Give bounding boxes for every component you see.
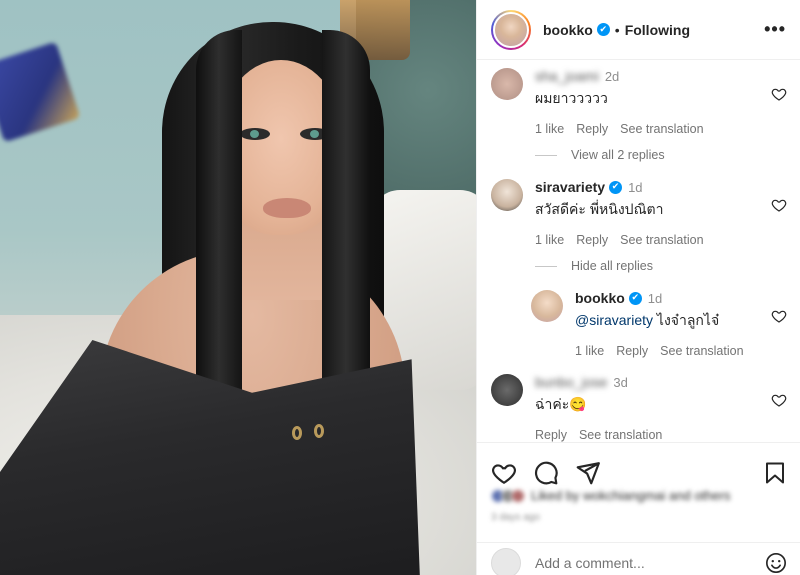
- comment-text: @siravariety ไงจ๋าลูกไจ๋: [575, 310, 787, 332]
- comment-like-count[interactable]: 1 like: [535, 122, 564, 136]
- commenter-avatar[interactable]: [491, 179, 523, 211]
- comment-reply-button[interactable]: Reply: [576, 122, 608, 136]
- commenter-avatar[interactable]: [531, 290, 563, 322]
- post-date: 3 days ago: [491, 512, 540, 523]
- comment-username[interactable]: bunbo_jose: [535, 374, 607, 390]
- comment-like-count[interactable]: 1 like: [535, 233, 564, 247]
- photo-blurred-object: [0, 41, 81, 143]
- heart-icon[interactable]: [771, 197, 787, 213]
- comment-text-body: ไงจ๋าลูกไจ๋: [653, 312, 720, 328]
- comment-text: สวัสดีค่ะ พี่หนิงปณิตา: [535, 201, 664, 217]
- avatar[interactable]: [493, 11, 529, 48]
- reply-item: bookko ✔ 1d @siravariety ไงจ๋าลูกไจ๋ 1 l…: [531, 290, 787, 358]
- see-translation-link[interactable]: See translation: [660, 344, 743, 358]
- see-translation-link[interactable]: See translation: [579, 428, 662, 442]
- comment-text: ผมยาววววว: [535, 90, 608, 106]
- commenter-avatar[interactable]: [491, 374, 523, 406]
- heart-icon[interactable]: [771, 392, 787, 408]
- likes-summary[interactable]: Liked by wokchiangmai and others: [491, 488, 730, 503]
- hide-replies-label[interactable]: Hide all replies: [571, 259, 653, 273]
- following-button[interactable]: Following: [625, 22, 690, 38]
- share-send-icon[interactable]: [575, 460, 601, 486]
- heart-icon[interactable]: [771, 86, 787, 102]
- post-photo[interactable]: [0, 0, 476, 575]
- comment-like-count[interactable]: 1 like: [575, 344, 604, 358]
- comment-text: ฉ่าค่ะ😋: [535, 396, 587, 412]
- post-side-panel: bookko ✔ • Following ••• sha_joami 2d ผม…: [476, 0, 800, 575]
- post-header: bookko ✔ • Following •••: [477, 0, 800, 60]
- verified-badge-icon: ✔: [609, 180, 623, 194]
- mention-link[interactable]: @siravariety: [575, 312, 653, 328]
- comment-username[interactable]: sha_joami: [535, 68, 599, 84]
- comment-reply-button[interactable]: Reply: [616, 344, 648, 358]
- verified-badge-icon: ✔: [628, 291, 642, 305]
- photo-clasp: [314, 424, 324, 438]
- see-translation-link[interactable]: See translation: [620, 122, 703, 136]
- comment-item: bunbo_jose 3d ฉ่าค่ะ😋 Reply See translat…: [491, 374, 787, 442]
- view-replies-link[interactable]: View all 2 replies: [535, 148, 665, 162]
- hide-replies-link[interactable]: Hide all replies: [535, 259, 653, 273]
- liker-avatar: [511, 488, 525, 503]
- thread-line: [535, 265, 557, 267]
- see-translation-link[interactable]: See translation: [620, 233, 703, 247]
- story-ring[interactable]: [491, 9, 531, 50]
- separator-dot: •: [614, 21, 620, 38]
- photo-lips: [263, 198, 311, 218]
- comment-bubble-icon[interactable]: [533, 460, 559, 486]
- more-options-icon[interactable]: •••: [764, 19, 786, 40]
- commenter-avatar[interactable]: [491, 68, 523, 100]
- comment-username[interactable]: bookko: [575, 290, 625, 306]
- comment-time: 1d: [647, 290, 663, 306]
- comments-list[interactable]: sha_joami 2d ผมยาววววว 1 like Reply See …: [477, 60, 800, 442]
- post-author-username[interactable]: bookko: [543, 22, 593, 38]
- like-heart-icon[interactable]: [491, 460, 517, 486]
- comment-reply-button[interactable]: Reply: [576, 233, 608, 247]
- comment-item: siravariety ✔ 1d สวัสดีค่ะ พี่หนิงปณิตา …: [491, 179, 787, 247]
- add-comment-input[interactable]: [535, 554, 765, 571]
- heart-icon[interactable]: [771, 308, 787, 324]
- comment-username[interactable]: siravariety: [535, 179, 605, 195]
- thread-line: [535, 154, 557, 156]
- comment-time: 1d: [628, 179, 643, 195]
- comment-time: 3d: [613, 374, 628, 390]
- comment-item: sha_joami 2d ผมยาววววว 1 like Reply See …: [491, 68, 787, 136]
- photo-eye-left: [240, 128, 270, 140]
- emoji-picker-icon[interactable]: [765, 552, 787, 574]
- bookmark-save-icon[interactable]: [763, 460, 787, 486]
- verified-badge-icon: ✔: [596, 23, 610, 36]
- photo-clasp: [292, 426, 302, 440]
- add-comment-bar: [477, 542, 800, 575]
- likes-text[interactable]: Liked by wokchiangmai and others: [531, 488, 730, 503]
- view-replies-label[interactable]: View all 2 replies: [571, 148, 665, 162]
- comment-reply-button[interactable]: Reply: [535, 428, 567, 442]
- comment-time: 2d: [604, 68, 620, 84]
- current-user-avatar: [491, 547, 521, 575]
